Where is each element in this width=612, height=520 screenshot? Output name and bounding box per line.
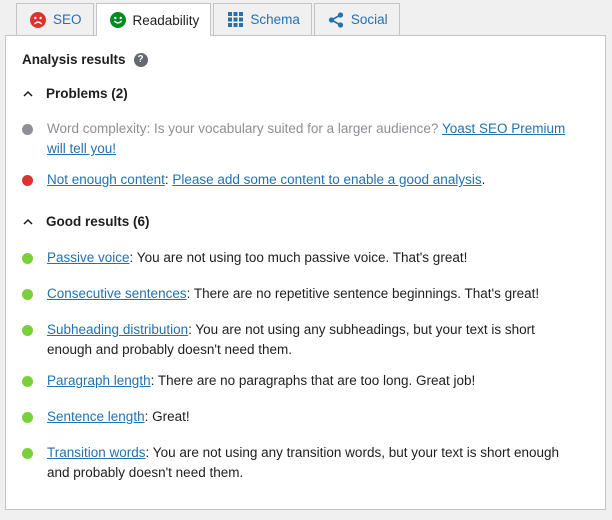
tab-seo-label: SEO (53, 12, 82, 27)
problems-toggle[interactable]: Problems (2) (22, 86, 128, 101)
green-bullet-icon (22, 289, 33, 300)
green-bullet-icon (22, 253, 33, 264)
transition-words-link[interactable]: Transition words (47, 445, 146, 460)
gray-bullet-icon (22, 124, 33, 135)
paragraph-length-link[interactable]: Paragraph length (47, 373, 151, 388)
tab-readability[interactable]: Readability (95, 3, 212, 36)
problem-not-enough-content: Not enough content: Please add some cont… (22, 170, 567, 190)
green-bullet-icon (22, 448, 33, 459)
chevron-up-icon (22, 216, 34, 228)
consecutive-sentences-link[interactable]: Consecutive sentences (47, 286, 187, 301)
green-bullet-icon (22, 325, 33, 336)
tab-social[interactable]: Social (313, 3, 400, 35)
happy-face-icon (109, 11, 127, 29)
not-enough-content-link[interactable]: Not enough content (47, 172, 165, 187)
good-paragraph-length: Paragraph length: There are no paragraph… (22, 371, 567, 391)
tab-schema[interactable]: Schema (213, 3, 312, 35)
grid-icon (226, 11, 244, 29)
sentence-length-link[interactable]: Sentence length (47, 409, 145, 424)
tab-schema-label: Schema (250, 12, 300, 27)
tab-readability-label: Readability (132, 12, 200, 28)
sad-face-icon (29, 11, 47, 29)
chevron-up-icon (22, 88, 34, 100)
good-results-toggle[interactable]: Good results (6) (22, 214, 150, 229)
good-subheading-distribution: Subheading distribution: You are not usi… (22, 320, 567, 360)
problem-word-complexity: Word complexity: Is your vocabulary suit… (22, 119, 567, 159)
passive-voice-link[interactable]: Passive voice (47, 250, 130, 265)
problems-title: Problems (2) (46, 86, 128, 101)
word-complexity-text: Word complexity: Is your vocabulary suit… (47, 121, 442, 136)
help-icon[interactable]: ? (133, 52, 148, 67)
good-results-title: Good results (6) (46, 214, 150, 229)
good-transition-words: Transition words: You are not using any … (22, 443, 567, 483)
analysis-results-heading: Analysis results ? (22, 52, 148, 67)
add-content-link[interactable]: Please add some content to enable a good… (172, 172, 481, 187)
readability-panel: Analysis results ? Problems (2) Word com… (5, 35, 606, 510)
tab-bar: SEO Readability Schema Social (16, 3, 400, 36)
tab-seo[interactable]: SEO (16, 3, 94, 35)
share-icon (327, 11, 345, 29)
good-consecutive-sentences: Consecutive sentences: There are no repe… (22, 284, 567, 304)
tab-social-label: Social (350, 12, 388, 27)
good-passive-voice: Passive voice: You are not using too muc… (22, 248, 567, 268)
analysis-results-title: Analysis results (22, 52, 126, 67)
green-bullet-icon (22, 376, 33, 387)
good-sentence-length: Sentence length: Great! (22, 407, 567, 427)
subheading-distribution-link[interactable]: Subheading distribution (47, 322, 188, 337)
red-bullet-icon (22, 175, 33, 186)
green-bullet-icon (22, 412, 33, 423)
